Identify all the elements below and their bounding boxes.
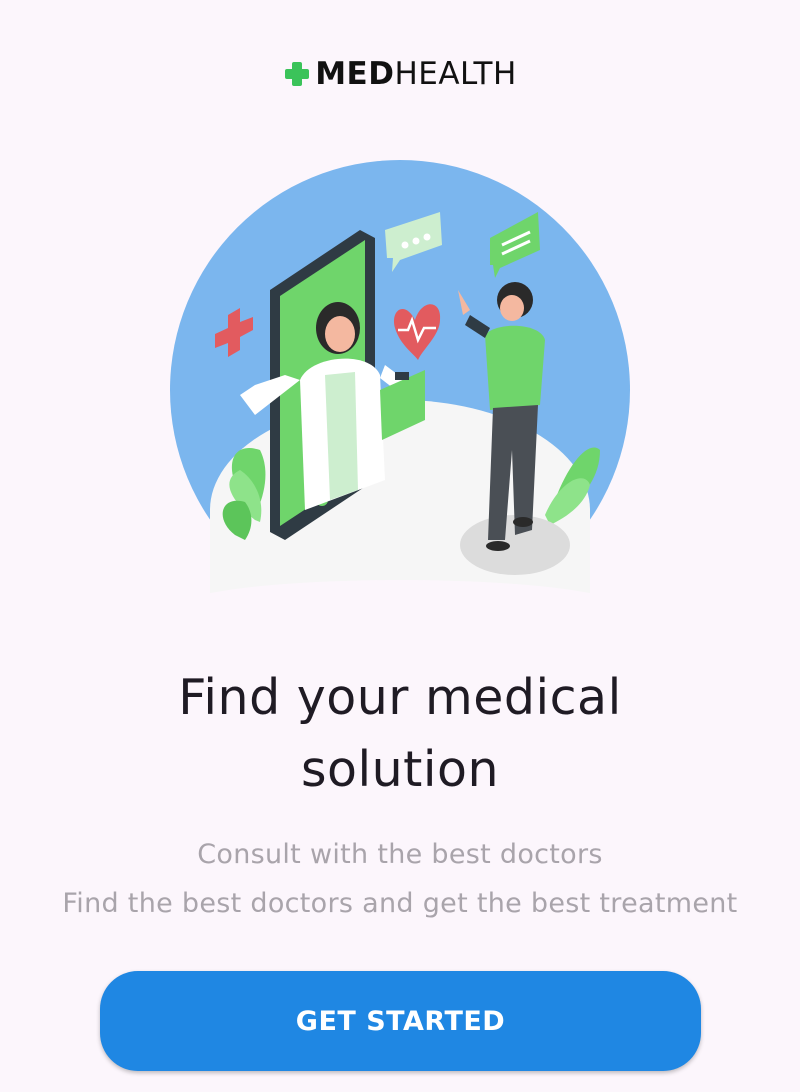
plus-icon — [285, 62, 310, 86]
get-started-button[interactable]: GET STARTED — [100, 971, 701, 1071]
subtitle-line-1: Consult with the best doctors — [197, 839, 603, 870]
title-line-1: Find your medical — [178, 669, 622, 726]
title-line-2: solution — [300, 741, 500, 798]
telemedicine-illustration — [170, 160, 630, 620]
onboarding-subtitle: Consult with the best doctors Find the b… — [0, 830, 800, 928]
brand-name-bold: MED — [315, 56, 395, 92]
onboarding-title: Find your medical solution — [0, 662, 800, 806]
subtitle-line-2: Find the best doctors and get the best t… — [62, 888, 738, 919]
brand-name-light: HEALTH — [394, 56, 517, 92]
app-logo: MED HEALTH — [0, 56, 800, 92]
